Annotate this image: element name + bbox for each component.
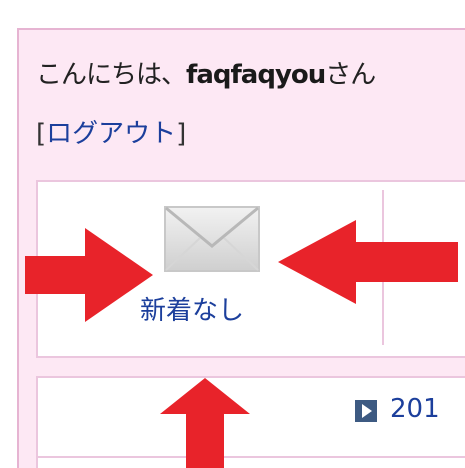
arrow-right <box>25 228 153 322</box>
greeting-prefix: こんにちは、 <box>36 60 187 90</box>
logout-row: [ログアウト] <box>36 113 186 150</box>
logout-link[interactable]: ログアウト <box>46 119 176 149</box>
envelope-icon[interactable] <box>164 206 260 272</box>
play-icon <box>355 400 377 422</box>
username: faqfaqyou <box>186 60 326 90</box>
news-link[interactable]: 201 <box>390 394 440 424</box>
mail-status-link[interactable]: 新着なし <box>140 290 244 327</box>
logout-open-bracket: [ <box>36 119 47 149</box>
page: こんにちは、faqfaqyouさん [ログアウト] 新着なし 201 <box>0 0 465 468</box>
arrow-up <box>160 378 250 468</box>
arrow-left <box>278 220 458 304</box>
greeting: こんにちは、faqfaqyouさん <box>36 54 376 91</box>
logout-close-bracket: ] <box>176 119 187 149</box>
news-box-divider <box>36 456 465 458</box>
greeting-suffix: さん <box>325 60 376 90</box>
